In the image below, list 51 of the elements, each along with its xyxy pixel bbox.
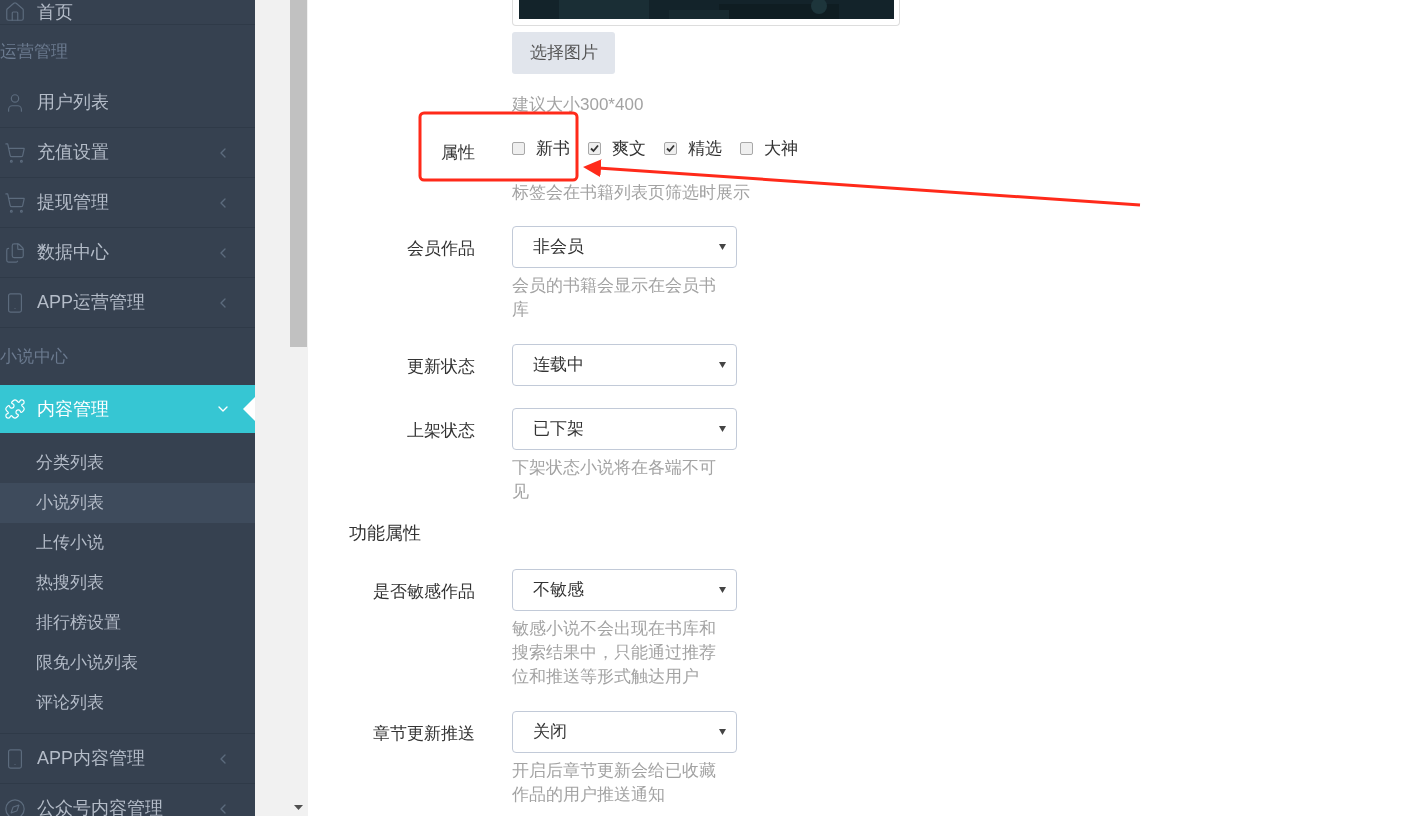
- submenu-item[interactable]: 排行榜设置: [0, 603, 255, 643]
- help-text: 敏感小说不会出现在书库和搜索结果中，只能通过推荐位和推送等形式触达用户: [512, 617, 717, 688]
- checkbox[interactable]: [512, 142, 525, 155]
- compass-icon: [4, 797, 26, 816]
- field-label: 属性: [441, 141, 475, 164]
- sidebar-item[interactable]: 首页: [0, 0, 255, 25]
- cart-icon: [4, 191, 26, 214]
- field-label: 是否敏感作品: [373, 580, 475, 603]
- help-text: 建议大小300*400: [512, 94, 645, 116]
- dropdown-caret-icon: [719, 728, 726, 735]
- dropdown-caret-icon: [719, 243, 726, 250]
- scroll-down-icon[interactable]: [293, 805, 303, 810]
- sidebar-section-title: 运营管理: [0, 40, 68, 63]
- select-field[interactable]: 已下架: [512, 407, 737, 450]
- help-text: 会员的书籍会显示在会员书库: [512, 274, 717, 321]
- scrollbar[interactable]: [288, 0, 308, 816]
- help-text: 标签会在书籍列表页筛选时展示: [512, 181, 751, 204]
- checkbox-label: 新书: [536, 137, 570, 160]
- select-field[interactable]: 连载中: [512, 343, 737, 386]
- checkbox[interactable]: [664, 142, 677, 155]
- dropdown-caret-icon: [719, 586, 726, 593]
- checkbox[interactable]: [740, 142, 753, 155]
- document-icon: [4, 241, 26, 264]
- choose-image-button[interactable]: 选择图片: [512, 32, 615, 74]
- puzzle-icon: [4, 398, 26, 420]
- section-title: 功能属性: [349, 522, 421, 543]
- cart-icon: [4, 141, 26, 164]
- field-label: 章节更新推送: [373, 722, 475, 745]
- select-field[interactable]: 关闭: [512, 710, 737, 753]
- dropdown-caret-icon: [719, 425, 726, 432]
- dropdown-caret-icon: [719, 361, 726, 368]
- submenu-item[interactable]: 小说列表: [0, 483, 255, 523]
- field-label: 上架状态: [407, 419, 475, 442]
- select-field[interactable]: 不敏感: [512, 568, 737, 611]
- submenu-item[interactable]: 评论列表: [0, 683, 255, 723]
- sidebar-section-title: 小说中心: [0, 345, 68, 368]
- submenu-item[interactable]: 热搜列表: [0, 563, 255, 603]
- submenu-item[interactable]: 分类列表: [0, 443, 255, 483]
- field-label: 会员作品: [407, 237, 475, 260]
- submenu-item[interactable]: 上传小说: [0, 523, 255, 563]
- submenu-item[interactable]: 限免小说列表: [0, 643, 255, 683]
- help-text: 开启后章节更新会给已收藏作品的用户推送通知: [512, 759, 717, 806]
- scrollbar-thumb[interactable]: [289, 0, 307, 347]
- checkbox-label: 精选: [688, 137, 722, 160]
- checkbox[interactable]: [588, 142, 601, 155]
- checkbox-label: 爽文: [612, 137, 646, 160]
- checkbox-label: 大神: [764, 137, 798, 160]
- help-text: 下架状态小说将在各端不可见: [512, 456, 717, 503]
- select-field[interactable]: 非会员: [512, 225, 737, 268]
- field-label: 更新状态: [407, 355, 475, 378]
- house-icon: [4, 1, 26, 23]
